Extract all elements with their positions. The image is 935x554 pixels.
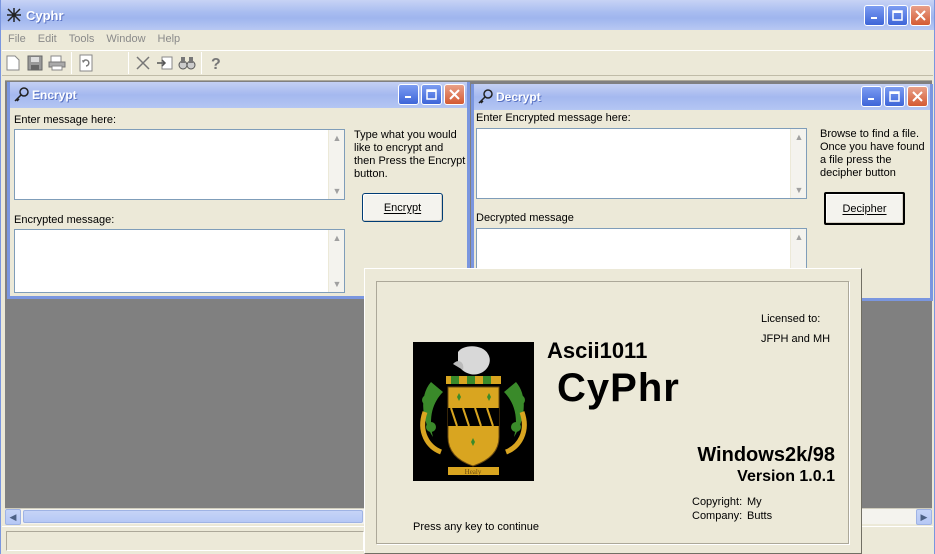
decipher-button-label: Decipher [842, 202, 887, 215]
new-file-icon[interactable] [2, 52, 24, 74]
encrypt-window: Encrypt Enter message here: ▲ ▼ Type wha… [7, 82, 470, 299]
encrypt-minimize-button[interactable] [398, 84, 419, 105]
save-icon[interactable] [24, 52, 46, 74]
scroll-right-icon[interactable]: ▶ [916, 509, 932, 525]
scroll-down-icon[interactable]: ▼ [791, 182, 807, 198]
import-icon[interactable] [154, 52, 176, 74]
encrypt-input-scrollbar[interactable]: ▲ ▼ [328, 130, 344, 199]
copyright-value: My [747, 496, 762, 508]
app-icon [6, 7, 22, 23]
menu-file[interactable]: File [2, 33, 32, 45]
encrypt-button[interactable]: Encrypt [362, 193, 443, 222]
decipher-button[interactable]: Decipher [824, 192, 905, 225]
toolbar: ? [2, 50, 933, 76]
version-text: Version 1.0.1 [737, 468, 835, 485]
svg-text:?: ? [211, 56, 221, 71]
encrypted-output-label: Encrypted message: [14, 214, 115, 226]
scroll-thumb[interactable] [23, 510, 363, 523]
toolbar-separator [71, 52, 72, 74]
toolbar-separator [201, 52, 202, 74]
decrypt-minimize-button[interactable] [861, 86, 882, 107]
encrypt-close-button[interactable] [444, 84, 465, 105]
product-name: CyPhr [557, 366, 680, 410]
find-icon[interactable] [176, 52, 198, 74]
decrypt-help-text: Browse to find a file. Once you have fou… [820, 128, 925, 179]
decrypt-input-label: Enter Encrypted message here: [476, 112, 631, 124]
encrypt-input-field[interactable]: ▲ ▼ [14, 129, 345, 200]
decrypt-maximize-button[interactable] [884, 86, 905, 107]
key-icon [477, 89, 493, 105]
company-value: Butts [747, 510, 773, 522]
decrypted-output-label: Decrypted message [476, 212, 574, 224]
encrypt-button-label: Encrypt [383, 201, 422, 214]
encrypt-input-label: Enter message here: [14, 114, 117, 126]
company-label: Company: [692, 510, 743, 522]
scroll-left-icon[interactable]: ◀ [5, 509, 21, 525]
scroll-down-icon[interactable]: ▼ [329, 276, 345, 292]
maximize-button[interactable] [887, 5, 908, 26]
scroll-up-icon[interactable]: ▲ [329, 230, 345, 246]
encrypted-output-field[interactable]: ▲ ▼ [14, 229, 345, 293]
menu-edit[interactable]: Edit [32, 33, 63, 45]
decrypt-title-bar[interactable]: Decrypt [474, 84, 930, 110]
scroll-up-icon[interactable]: ▲ [329, 130, 345, 146]
menu-window[interactable]: Window [100, 33, 151, 45]
status-pane [6, 531, 364, 551]
decrypt-input-scrollbar[interactable]: ▲ ▼ [790, 129, 806, 198]
splash-dialog[interactable]: Licensed to: JFPH and MH Healy Ascii1011… [364, 268, 862, 554]
close-button[interactable] [910, 5, 931, 26]
encrypt-title-bar[interactable]: Encrypt [10, 82, 467, 108]
scroll-up-icon[interactable]: ▲ [791, 129, 807, 145]
decrypt-close-button[interactable] [907, 86, 928, 107]
encrypt-help-text: Type what you would like to encrypt and … [354, 129, 466, 180]
copyright-block: Copyright: My Company: Butts [692, 495, 772, 523]
scroll-up-icon[interactable]: ▲ [791, 229, 807, 245]
menu-bar: File Edit Tools Window Help [2, 30, 933, 48]
minimize-button[interactable] [864, 5, 885, 26]
encrypt-maximize-button[interactable] [421, 84, 442, 105]
cut-icon[interactable] [132, 52, 154, 74]
toolbar-separator [128, 52, 129, 74]
company-name: Ascii1011 [547, 338, 648, 363]
press-key-prompt: Press any key to continue [413, 521, 539, 533]
encrypted-output-scrollbar[interactable]: ▲ ▼ [328, 230, 344, 292]
platform-text: Windows2k/98 [697, 444, 835, 466]
scroll-down-icon[interactable]: ▼ [329, 183, 345, 199]
refresh-icon[interactable] [75, 52, 97, 74]
licensed-to-label: Licensed to: [761, 313, 821, 325]
window-title: Cyphr [26, 7, 64, 23]
menu-help[interactable]: Help [152, 33, 187, 45]
decrypt-input-field[interactable]: ▲ ▼ [476, 128, 807, 199]
key-icon [13, 87, 29, 103]
menu-tools[interactable]: Tools [63, 33, 101, 45]
title-bar[interactable]: Cyphr [1, 0, 934, 30]
coat-of-arms-logo: Healy [413, 342, 534, 481]
crest-caption: Healy [465, 468, 482, 476]
encrypt-title: Encrypt [32, 88, 77, 102]
help-icon[interactable]: ? [205, 52, 227, 74]
licensed-to-value: JFPH and MH [761, 333, 831, 345]
print-icon[interactable] [46, 52, 68, 74]
copyright-label: Copyright: [692, 496, 743, 508]
splash-frame: Licensed to: JFPH and MH Healy Ascii1011… [376, 281, 849, 544]
decrypt-title: Decrypt [496, 90, 541, 104]
